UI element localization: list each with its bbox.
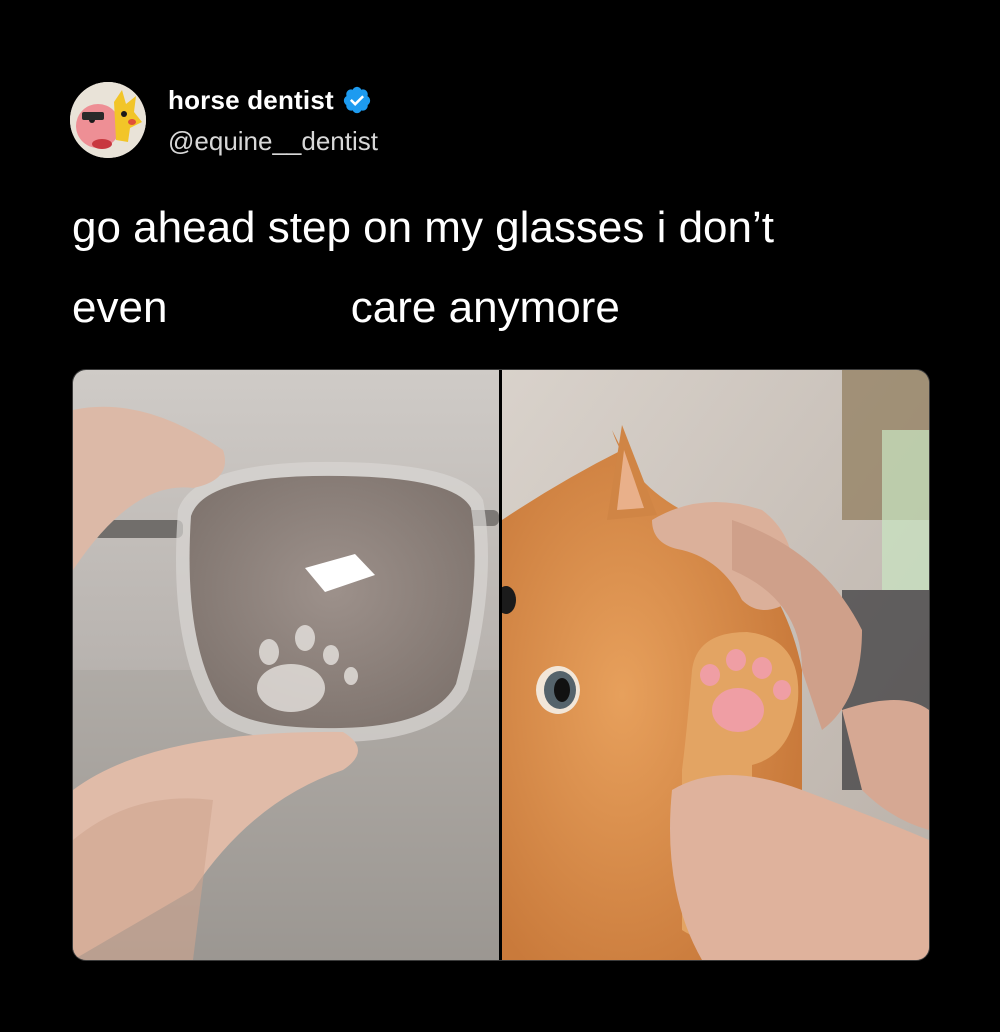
verified-badge-icon (343, 86, 370, 114)
tweet-text-line-1: go ahead step on my glasses i don’t (72, 203, 775, 252)
kitten-paw-photo[interactable] (502, 370, 929, 960)
smudged-glasses-photo[interactable] (73, 370, 499, 960)
avatar[interactable] (70, 82, 146, 158)
author-name-row: horse dentist (168, 84, 372, 116)
tweet-media[interactable] (72, 369, 930, 961)
author-handle[interactable]: @equine__dentist (168, 126, 378, 157)
author-display-name[interactable]: horse dentist (168, 85, 334, 116)
tweet-text-line-2: even care anymore (72, 283, 620, 332)
